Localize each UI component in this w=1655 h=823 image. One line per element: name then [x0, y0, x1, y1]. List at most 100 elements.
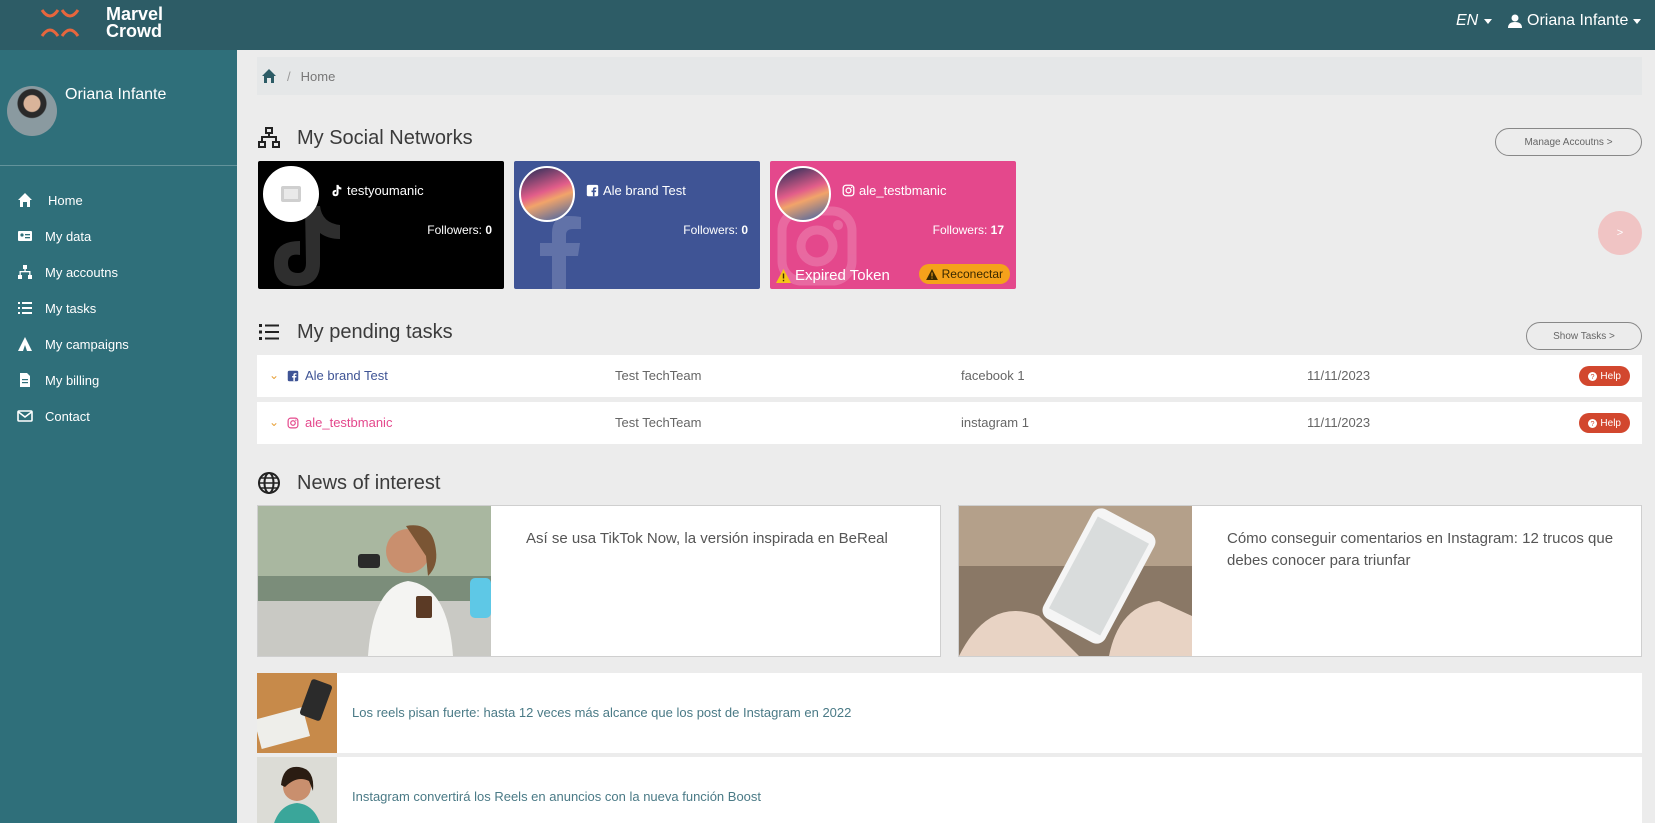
- task-name: facebook 1: [961, 368, 1025, 383]
- sidebar-item-my-data[interactable]: My data: [0, 218, 237, 254]
- envelope-icon: [17, 410, 33, 422]
- breadcrumb-current: Home: [300, 68, 336, 84]
- pending-tasks-header: My pending tasks: [257, 320, 453, 344]
- sidebar-item-contact[interactable]: Contact: [0, 398, 237, 434]
- sidebar-item-my-campaigns[interactable]: My campaigns: [0, 326, 237, 362]
- image-placeholder-icon: [281, 186, 301, 202]
- facebook-square-icon: [287, 370, 299, 381]
- task-account-label: Ale brand Test: [305, 368, 388, 383]
- social-card-tiktok[interactable]: testyoumanic Followers: 0: [258, 161, 504, 289]
- sidebar-item-label: My accoutns: [45, 264, 118, 280]
- news-title: Cómo conseguir comentarios en Instagram:…: [1227, 530, 1614, 569]
- table-row[interactable]: ⌄ Ale brand Test Test TechTeam facebook …: [257, 355, 1642, 397]
- help-label: Help: [1600, 417, 1621, 429]
- logo[interactable]: Marvel Crowd: [40, 5, 163, 41]
- sidebar-item-home[interactable]: Home: [0, 182, 237, 218]
- chevron-down-icon: [1633, 18, 1642, 24]
- home-icon[interactable]: [261, 68, 277, 84]
- chevron-down-icon[interactable]: ⌄: [269, 368, 279, 382]
- breadcrumb: / Home: [257, 57, 1642, 95]
- facebook-square-icon: [586, 184, 599, 197]
- tiktok-icon: [332, 184, 342, 197]
- svg-text:?: ?: [1591, 419, 1595, 428]
- list-item[interactable]: Los reels pisan fuerte: hasta 12 veces m…: [257, 673, 1642, 753]
- help-button[interactable]: ? Help: [1579, 366, 1630, 386]
- top-bar: Marvel Crowd EN Oriana Infante: [0, 0, 1655, 50]
- warning-icon: [925, 268, 938, 280]
- warning-icon: [776, 268, 791, 283]
- language-label: EN: [1456, 12, 1479, 29]
- followers-label: Followers:: [932, 223, 988, 237]
- chevron-down-icon[interactable]: ⌄: [269, 415, 279, 429]
- list-item[interactable]: Instagram convertirá los Reels en anunci…: [257, 757, 1642, 823]
- followers-value: 17: [990, 223, 1004, 237]
- followers-count: Followers: 17: [933, 223, 1004, 237]
- social-card-facebook[interactable]: Ale brand Test Followers: 0: [514, 161, 760, 289]
- news-title: Así se usa TikTok Now, la versión inspir…: [526, 530, 888, 547]
- breadcrumb-separator: /: [287, 68, 291, 84]
- card-account-label: Ale brand Test: [603, 183, 686, 198]
- expired-token-status: Expired Token: [776, 267, 890, 284]
- sidebar-divider: [0, 165, 237, 166]
- task-team: Test TechTeam: [615, 368, 702, 383]
- sidebar-item-my-accounts[interactable]: My accoutns: [0, 254, 237, 290]
- manage-accounts-button[interactable]: Manage Accoutns >: [1495, 128, 1642, 156]
- sidebar-profile: Oriana Infante: [7, 86, 227, 146]
- sidebar: Oriana Infante Home My data My accoutns …: [0, 50, 237, 823]
- list-icon: [18, 302, 32, 314]
- id-card-icon: [18, 231, 32, 241]
- show-tasks-button[interactable]: Show Tasks >: [1526, 322, 1642, 350]
- list-icon: [259, 324, 279, 340]
- news-image: [258, 506, 491, 656]
- social-card-instagram[interactable]: ale_testbmanic Followers: 17 Expired Tok…: [770, 161, 1016, 289]
- sitemap-icon: [18, 265, 32, 279]
- question-circle-icon: ?: [1588, 371, 1598, 381]
- help-button[interactable]: ? Help: [1579, 413, 1630, 433]
- task-name: instagram 1: [961, 415, 1029, 430]
- news-thumbnail: [257, 757, 337, 823]
- news-image: [959, 506, 1192, 656]
- task-account: ale_testbmanic: [287, 415, 392, 430]
- carousel-next-button[interactable]: >: [1598, 211, 1642, 255]
- followers-value: 0: [485, 223, 492, 237]
- card-account-name: testyoumanic: [330, 183, 424, 198]
- table-row[interactable]: ⌄ ale_testbmanic Test TechTeam instagram…: [257, 402, 1642, 444]
- sidebar-item-label: Home: [48, 192, 83, 208]
- sitemap-icon: [258, 127, 280, 148]
- followers-count: Followers: 0: [427, 223, 492, 237]
- svg-text:?: ?: [1591, 372, 1595, 381]
- sidebar-item-label: My data: [45, 228, 92, 244]
- chevron-down-icon: [1484, 18, 1493, 24]
- sidebar-item-label: My tasks: [45, 300, 97, 316]
- sidebar-item-my-tasks[interactable]: My tasks: [0, 290, 237, 326]
- question-circle-icon: ?: [1588, 418, 1598, 428]
- followers-value: 0: [741, 223, 748, 237]
- news-title: Los reels pisan fuerte: hasta 12 veces m…: [352, 705, 852, 720]
- news-card[interactable]: Así se usa TikTok Now, la versión inspir…: [257, 505, 941, 657]
- sidebar-item-my-billing[interactable]: My billing: [0, 362, 237, 398]
- followers-count: Followers: 0: [683, 223, 748, 237]
- instagram-icon: [842, 184, 855, 197]
- logo-line-2: Crowd: [106, 21, 162, 41]
- news-card[interactable]: Cómo conseguir comentarios en Instagram:…: [958, 505, 1642, 657]
- user-menu[interactable]: Oriana Infante: [1508, 12, 1642, 30]
- help-label: Help: [1600, 370, 1621, 382]
- logo-text: Marvel Crowd: [106, 5, 163, 41]
- task-account: Ale brand Test: [287, 368, 388, 383]
- language-selector[interactable]: EN: [1456, 12, 1493, 30]
- sidebar-item-label: Contact: [45, 408, 90, 424]
- campground-icon: [18, 337, 32, 351]
- section-title: My Social Networks: [297, 126, 473, 149]
- followers-label: Followers:: [427, 223, 482, 237]
- reconnect-button[interactable]: Reconectar: [918, 264, 1010, 284]
- followers-label: Followers:: [683, 223, 738, 237]
- news-header: News of interest: [257, 471, 440, 495]
- avatar: [775, 166, 831, 222]
- sidebar-nav: Home My data My accoutns My tasks My cam…: [0, 182, 237, 434]
- card-account-label: testyoumanic: [347, 183, 424, 198]
- reconnect-label: Reconectar: [941, 267, 1003, 281]
- task-team: Test TechTeam: [615, 415, 702, 430]
- instagram-icon: [287, 417, 299, 428]
- task-account-label: ale_testbmanic: [305, 415, 393, 430]
- card-account-label: ale_testbmanic: [859, 183, 947, 198]
